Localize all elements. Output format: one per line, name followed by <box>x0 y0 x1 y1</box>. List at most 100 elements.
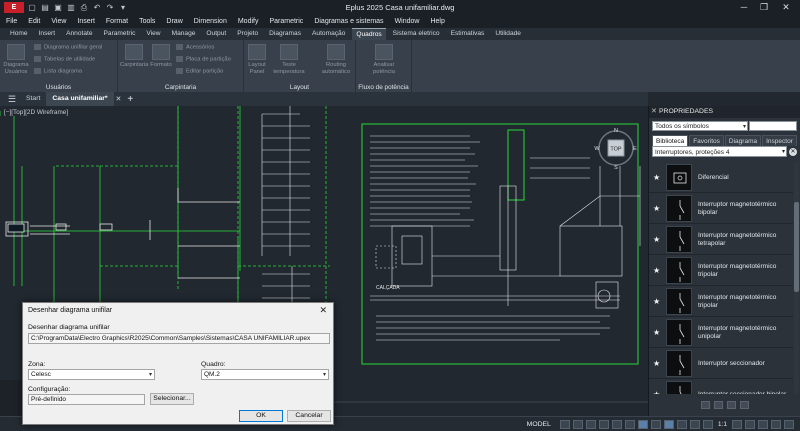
menu-help[interactable]: Help <box>430 18 444 25</box>
fullscreen-icon[interactable] <box>771 419 781 429</box>
tab-parametric[interactable]: Parametric <box>100 28 140 40</box>
object-snap-tracking-icon[interactable] <box>637 419 648 429</box>
tab-annotate[interactable]: Annotate <box>62 28 96 40</box>
tab-favoritos[interactable]: Favoritos <box>689 135 724 146</box>
scrollbar-thumb[interactable] <box>794 202 799 292</box>
tabelas-utilidade-button[interactable]: Tabelas de utilidade <box>34 56 95 63</box>
favorite-star-icon[interactable]: ★ <box>653 173 660 182</box>
menu-window[interactable]: Window <box>395 18 420 25</box>
favorite-star-icon[interactable]: ★ <box>653 297 660 306</box>
editar-particao-button[interactable]: Editar partição <box>176 68 223 75</box>
analisar-potencia-button[interactable]: Analisar potência <box>368 44 400 76</box>
menu-parametric[interactable]: Parametric <box>269 18 303 25</box>
clear-icon[interactable]: ✕ <box>789 148 797 156</box>
menu-insert[interactable]: Insert <box>77 18 95 25</box>
favorite-star-icon[interactable]: ★ <box>653 390 660 394</box>
lineweight-icon[interactable] <box>650 419 661 429</box>
favorite-star-icon[interactable]: ★ <box>653 328 660 337</box>
menu-file[interactable]: File <box>6 18 17 25</box>
tab-estimativas[interactable]: Estimativas <box>447 28 489 40</box>
symbol-filter-select[interactable]: Todos os símbolos ▾ <box>652 121 748 131</box>
teste-temperatura-button[interactable]: Teste temperatura <box>270 44 308 76</box>
layout-panel-button[interactable]: Layout Panel <box>246 44 268 76</box>
list-item[interactable]: ★ Interruptor magnetotérmico tetrapolar <box>649 224 793 255</box>
polar-icon[interactable] <box>598 419 609 429</box>
workspace-gear-icon[interactable] <box>732 419 742 429</box>
tab-manage[interactable]: Manage <box>168 28 200 40</box>
file-path-field[interactable]: C:\ProgramData\Electro Graphics\R2025\Co… <box>28 333 330 344</box>
list-item[interactable]: ★ Diferencial <box>649 162 793 193</box>
annotation-scale[interactable]: 1:1 <box>718 421 727 428</box>
app-logo[interactable]: E <box>4 2 24 13</box>
grid-view-icon[interactable] <box>701 401 710 409</box>
placa-particao-button[interactable]: Placa de partição <box>176 56 231 63</box>
menu-icon[interactable]: ☰ <box>4 94 20 105</box>
tab-inspector[interactable]: Inspector <box>762 135 797 146</box>
viewcube-west[interactable]: W <box>594 146 600 152</box>
viewcube-north[interactable]: N <box>614 128 618 134</box>
minimize-icon[interactable]: ─ <box>736 0 752 15</box>
menu-modify[interactable]: Modify <box>238 18 259 25</box>
transparency-icon[interactable] <box>663 419 674 429</box>
redo-icon[interactable]: ↷ <box>105 3 115 13</box>
favorite-star-icon[interactable]: ★ <box>653 266 660 275</box>
grid-icon[interactable] <box>559 419 570 429</box>
isodraft-icon[interactable] <box>611 419 622 429</box>
open-file-icon[interactable]: ▤ <box>40 3 50 13</box>
undo-icon[interactable]: ↶ <box>92 3 102 13</box>
tab-start[interactable]: Start <box>20 92 46 106</box>
list-item[interactable]: ★ Interruptor seccionador bipolar <box>649 379 793 394</box>
menu-view[interactable]: View <box>51 18 66 25</box>
favorite-star-icon[interactable]: ★ <box>653 235 660 244</box>
diagrama-usuarios-button[interactable]: Diagrama Usuários <box>2 44 30 76</box>
new-file-icon[interactable]: ▢ <box>27 3 37 13</box>
save-icon[interactable]: ▣ <box>53 3 63 13</box>
select-config-button[interactable]: Selecionar... <box>150 393 194 405</box>
add-tab-icon[interactable]: + <box>127 94 133 105</box>
list-item[interactable]: ★ Interruptor magnetotérmico unipolar <box>649 317 793 348</box>
list-item[interactable]: ★ Interruptor seccionador <box>649 348 793 379</box>
tab-quadros[interactable]: Quadros <box>352 28 386 40</box>
close-icon[interactable]: ✕ <box>778 0 794 15</box>
isolate-objects-icon[interactable] <box>758 419 768 429</box>
acessorios-button[interactable]: Acessórios <box>176 44 214 51</box>
lista-diagrama-button[interactable]: Lista diagrama <box>34 68 82 75</box>
viewcube[interactable]: TOP N S E W <box>594 126 638 171</box>
list-item[interactable]: ★ Interruptor magnetotérmico tripolar <box>649 255 793 286</box>
viewcube-top-face[interactable]: TOP <box>610 147 622 153</box>
tab-diagrama[interactable]: Diagrama <box>724 135 762 146</box>
menu-draw[interactable]: Draw <box>166 18 182 25</box>
viewcube-east[interactable]: E <box>633 146 637 152</box>
auto-scale-icon[interactable] <box>702 419 713 429</box>
category-select[interactable]: Interruptores, proteções 4 ▾ <box>652 146 787 157</box>
customize-icon[interactable] <box>784 419 794 429</box>
settings-icon[interactable] <box>727 401 736 409</box>
favorite-star-icon[interactable]: ★ <box>653 204 660 213</box>
close-icon[interactable]: ✕ <box>319 305 327 316</box>
refresh-icon[interactable] <box>740 401 749 409</box>
tab-diagramas[interactable]: Diagramas <box>265 28 305 40</box>
tab-sistema-eletrico[interactable]: Sistema eletrico <box>389 28 444 40</box>
tab-view[interactable]: View <box>142 28 164 40</box>
menu-dimension[interactable]: Dimension <box>194 18 227 25</box>
tab-casa-unifamiliar[interactable]: Casa unifamiliar* <box>46 92 114 106</box>
menu-format[interactable]: Format <box>106 18 128 25</box>
tab-automacao[interactable]: Automação <box>308 28 349 40</box>
viewport-label[interactable]: [−][Top][2D Wireframe] <box>4 109 68 116</box>
formato-button[interactable]: Formato <box>150 44 172 69</box>
close-icon[interactable]: ✕ <box>651 106 657 118</box>
menu-tools[interactable]: Tools <box>139 18 155 25</box>
routing-automatico-button[interactable]: Routing automático <box>318 44 354 76</box>
list-view-icon[interactable] <box>714 401 723 409</box>
symbol-list-scrollbar[interactable] <box>794 162 799 394</box>
list-item[interactable]: ★ Interruptor magnetotérmico bipolar <box>649 193 793 224</box>
ok-button[interactable]: OK <box>239 410 283 422</box>
close-tab-icon[interactable]: ✕ <box>116 95 122 103</box>
plus-icon[interactable] <box>745 419 755 429</box>
selection-cycling-icon[interactable] <box>676 419 687 429</box>
maximize-icon[interactable]: ❐ <box>756 0 772 15</box>
print-icon[interactable]: ⎙ <box>79 3 89 13</box>
list-item[interactable]: ★ Interruptor magnetotérmico tripolar <box>649 286 793 317</box>
tab-insert[interactable]: Insert <box>35 28 60 40</box>
tab-home[interactable]: Home <box>6 28 32 40</box>
